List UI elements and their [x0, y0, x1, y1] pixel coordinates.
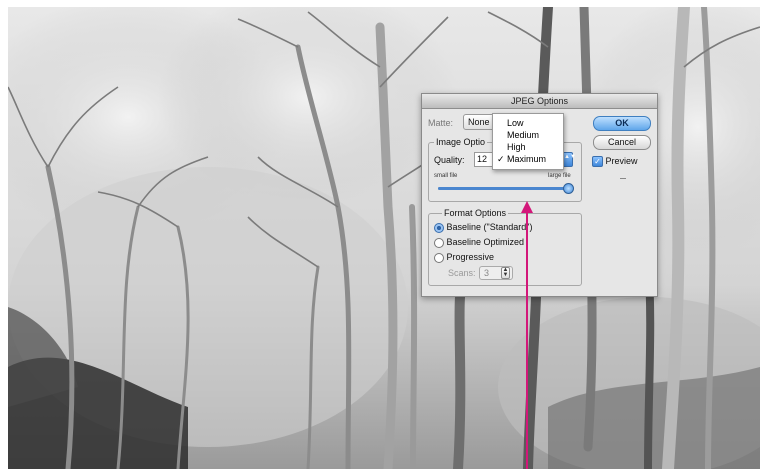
quality-slider-track[interactable] [438, 187, 568, 190]
dialog-title: JPEG Options [422, 94, 657, 109]
matte-value: None [468, 117, 490, 127]
format-options-legend: Format Options [442, 208, 509, 218]
quality-label: Quality: [434, 155, 465, 165]
scans-select[interactable]: 3 ▲ ▼ [479, 266, 513, 280]
quality-value: 12 [477, 154, 488, 164]
annotation-arrow-shaft [526, 211, 528, 469]
preview-checkbox[interactable]: ✓ Preview [592, 156, 638, 168]
radio-baseline-optimized[interactable]: Baseline Optimized [434, 237, 524, 248]
small-file-label: small file [434, 173, 458, 179]
quality-menu: Low Medium High ✓ Maximum [492, 113, 564, 170]
menu-item-medium[interactable]: Medium [497, 130, 539, 140]
checkmark-icon: ✓ [497, 154, 505, 164]
radio-progressive-label: Progressive [446, 252, 495, 262]
large-file-label: large file [548, 173, 571, 179]
radio-unselected-icon [434, 252, 444, 263]
radio-baseline-standard[interactable]: Baseline ("Standard") [434, 222, 532, 233]
radio-unselected-icon [434, 237, 444, 248]
quality-slider-fill [438, 187, 568, 190]
divider [620, 178, 626, 179]
scans-value: 3 [484, 268, 490, 278]
menu-item-medium-label: Medium [507, 130, 540, 140]
matte-label: Matte: [428, 118, 454, 128]
checkmark-icon: ✓ [592, 156, 603, 168]
image-options-legend: Image Optio [434, 137, 488, 147]
annotation-arrow-head-icon [521, 201, 533, 213]
up-down-arrows-icon: ▲▼ [564, 154, 576, 160]
radio-progressive[interactable]: Progressive [434, 252, 494, 263]
menu-item-low-label: Low [507, 118, 524, 128]
stepper-arrows-icon: ▲ ▼ [501, 267, 510, 279]
preview-label: Preview [605, 156, 638, 166]
menu-item-high[interactable]: High [497, 142, 526, 152]
radio-baseline-optimized-label: Baseline Optimized [446, 237, 525, 247]
quality-slider-handle[interactable] [563, 183, 574, 194]
radio-selected-icon [434, 222, 444, 233]
scans-label: Scans: [448, 268, 476, 278]
menu-item-maximum-label: Maximum [507, 154, 547, 164]
menu-item-high-label: High [507, 142, 526, 152]
ok-button[interactable]: OK [593, 116, 651, 131]
menu-item-maximum[interactable]: ✓ Maximum [497, 154, 546, 165]
menu-item-low[interactable]: Low [497, 118, 524, 128]
radio-baseline-standard-label: Baseline ("Standard") [446, 222, 533, 232]
cancel-button[interactable]: Cancel [593, 135, 651, 150]
quality-input[interactable]: 12 [474, 152, 494, 167]
